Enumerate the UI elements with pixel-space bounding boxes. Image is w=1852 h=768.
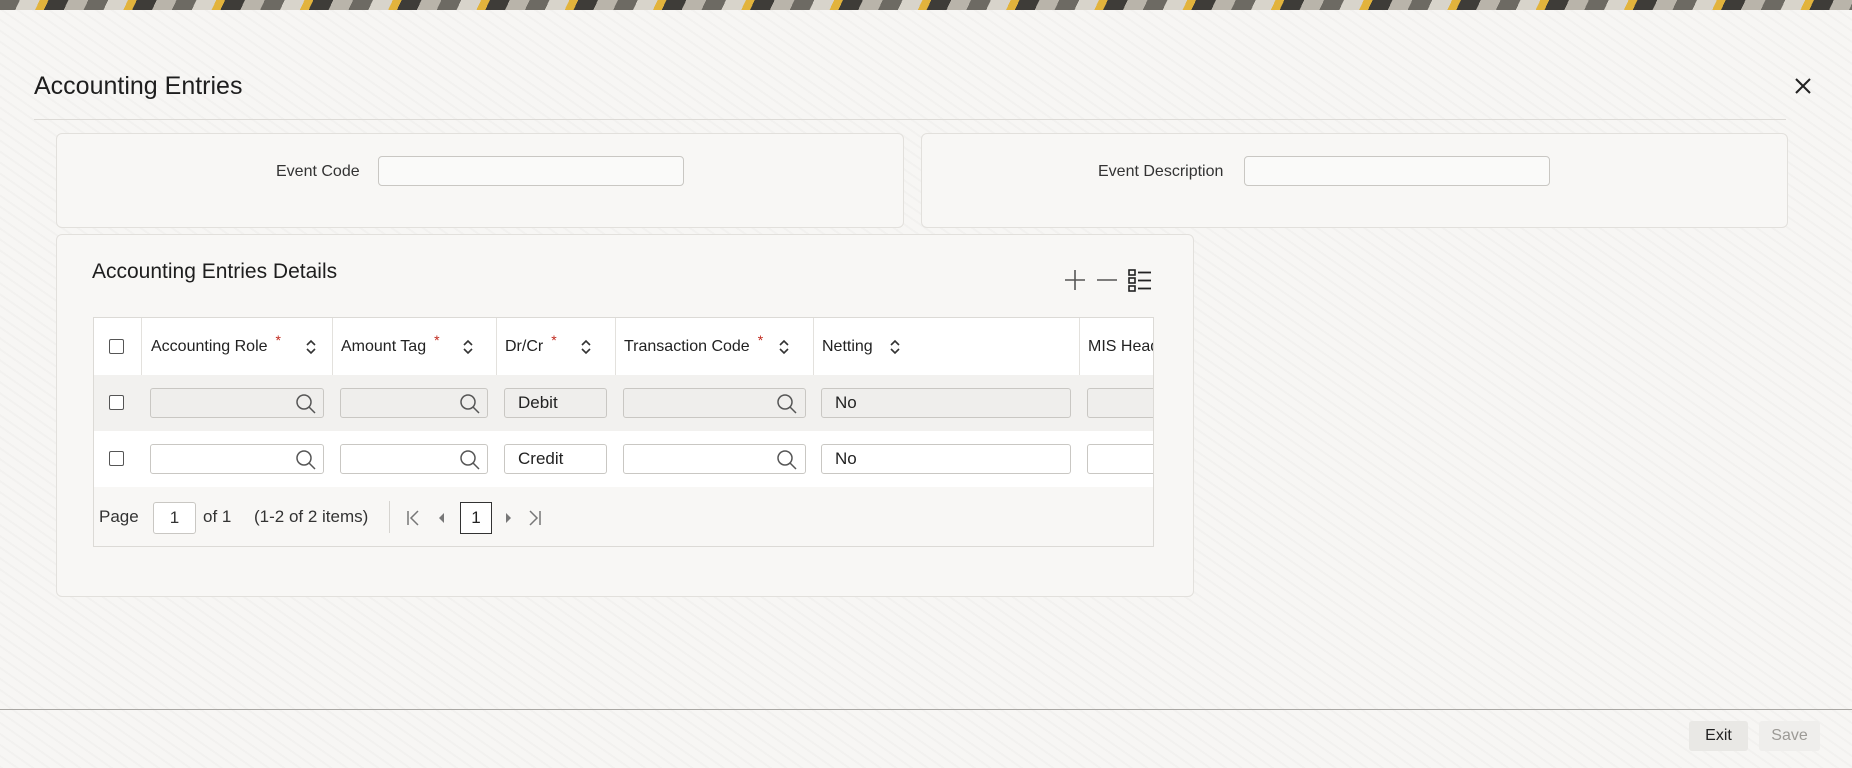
search-icon[interactable]	[459, 393, 481, 415]
search-icon[interactable]	[776, 393, 798, 415]
top-banner-strip	[0, 0, 1852, 10]
event-code-label: Event Code	[276, 163, 360, 180]
sort-icon[interactable]	[888, 338, 902, 356]
minus-icon[interactable]	[1093, 266, 1121, 294]
sort-icon[interactable]	[461, 338, 475, 356]
column-header-transaction-code[interactable]: Transaction Code *	[624, 318, 763, 375]
select-all-checkbox[interactable]	[109, 339, 124, 354]
list-settings-icon[interactable]	[1126, 266, 1154, 294]
netting-select[interactable]: No	[821, 444, 1071, 474]
netting-select[interactable]: No	[821, 388, 1071, 418]
accounting-entries-table: Accounting Role * Amount Tag * Dr/Cr * Tran…	[93, 317, 1154, 547]
search-icon[interactable]	[459, 449, 481, 471]
footer-divider	[0, 709, 1852, 710]
sort-icon[interactable]	[777, 338, 791, 356]
search-icon[interactable]	[295, 393, 317, 415]
dr-cr-select[interactable]: Debit	[504, 388, 607, 418]
amount-tag-field[interactable]	[340, 444, 488, 474]
column-header-amount-tag[interactable]: Amount Tag *	[341, 318, 440, 375]
transaction-code-field[interactable]	[623, 444, 806, 474]
page-label: Page	[99, 507, 139, 526]
plus-icon[interactable]	[1061, 266, 1089, 294]
table-row: Credit No	[94, 431, 1153, 488]
column-header-netting[interactable]: Netting	[822, 318, 873, 375]
amount-tag-field[interactable]	[340, 388, 488, 418]
sort-icon[interactable]	[579, 338, 593, 356]
next-page-icon[interactable]	[500, 509, 516, 527]
search-icon[interactable]	[295, 449, 317, 471]
accounting-role-field[interactable]	[150, 444, 324, 474]
exit-button[interactable]: Exit	[1689, 721, 1748, 751]
close-icon[interactable]	[1791, 74, 1815, 98]
mis-head-field[interactable]	[1087, 444, 1153, 474]
column-header-accounting-role[interactable]: Accounting Role *	[151, 318, 281, 375]
previous-page-icon[interactable]	[434, 509, 450, 527]
page-total-text: of 1	[203, 507, 232, 526]
mis-head-field[interactable]	[1087, 388, 1153, 418]
pagination-divider	[389, 501, 390, 533]
table-row: Debit No	[94, 375, 1153, 432]
page-title: Accounting Entries	[34, 72, 243, 100]
search-icon[interactable]	[776, 449, 798, 471]
event-code-input[interactable]	[378, 156, 684, 186]
items-count-text: (1-2 of 2 items)	[254, 507, 369, 526]
last-page-icon[interactable]	[527, 509, 543, 527]
title-divider	[34, 119, 1786, 120]
dr-cr-select[interactable]: Credit	[504, 444, 607, 474]
current-page-button[interactable]: 1	[460, 502, 492, 534]
table-header-row: Accounting Role * Amount Tag * Dr/Cr * Tran…	[94, 318, 1153, 376]
section-title: Accounting Entries Details	[92, 260, 338, 283]
column-header-mis-head[interactable]: MIS Head	[1088, 318, 1153, 375]
save-button[interactable]: Save	[1759, 721, 1820, 751]
sort-icon[interactable]	[304, 338, 318, 356]
row-checkbox[interactable]	[109, 395, 124, 410]
row-checkbox[interactable]	[109, 451, 124, 466]
accounting-role-field[interactable]	[150, 388, 324, 418]
event-description-label: Event Description	[1098, 163, 1224, 180]
column-header-dr-cr[interactable]: Dr/Cr *	[505, 318, 557, 375]
event-description-input[interactable]	[1244, 156, 1550, 186]
first-page-icon[interactable]	[405, 509, 421, 527]
pagination-bar: Page of 1 (1-2 of 2 items) 1	[94, 487, 1153, 546]
page-number-input[interactable]	[153, 502, 196, 534]
transaction-code-field[interactable]	[623, 388, 806, 418]
